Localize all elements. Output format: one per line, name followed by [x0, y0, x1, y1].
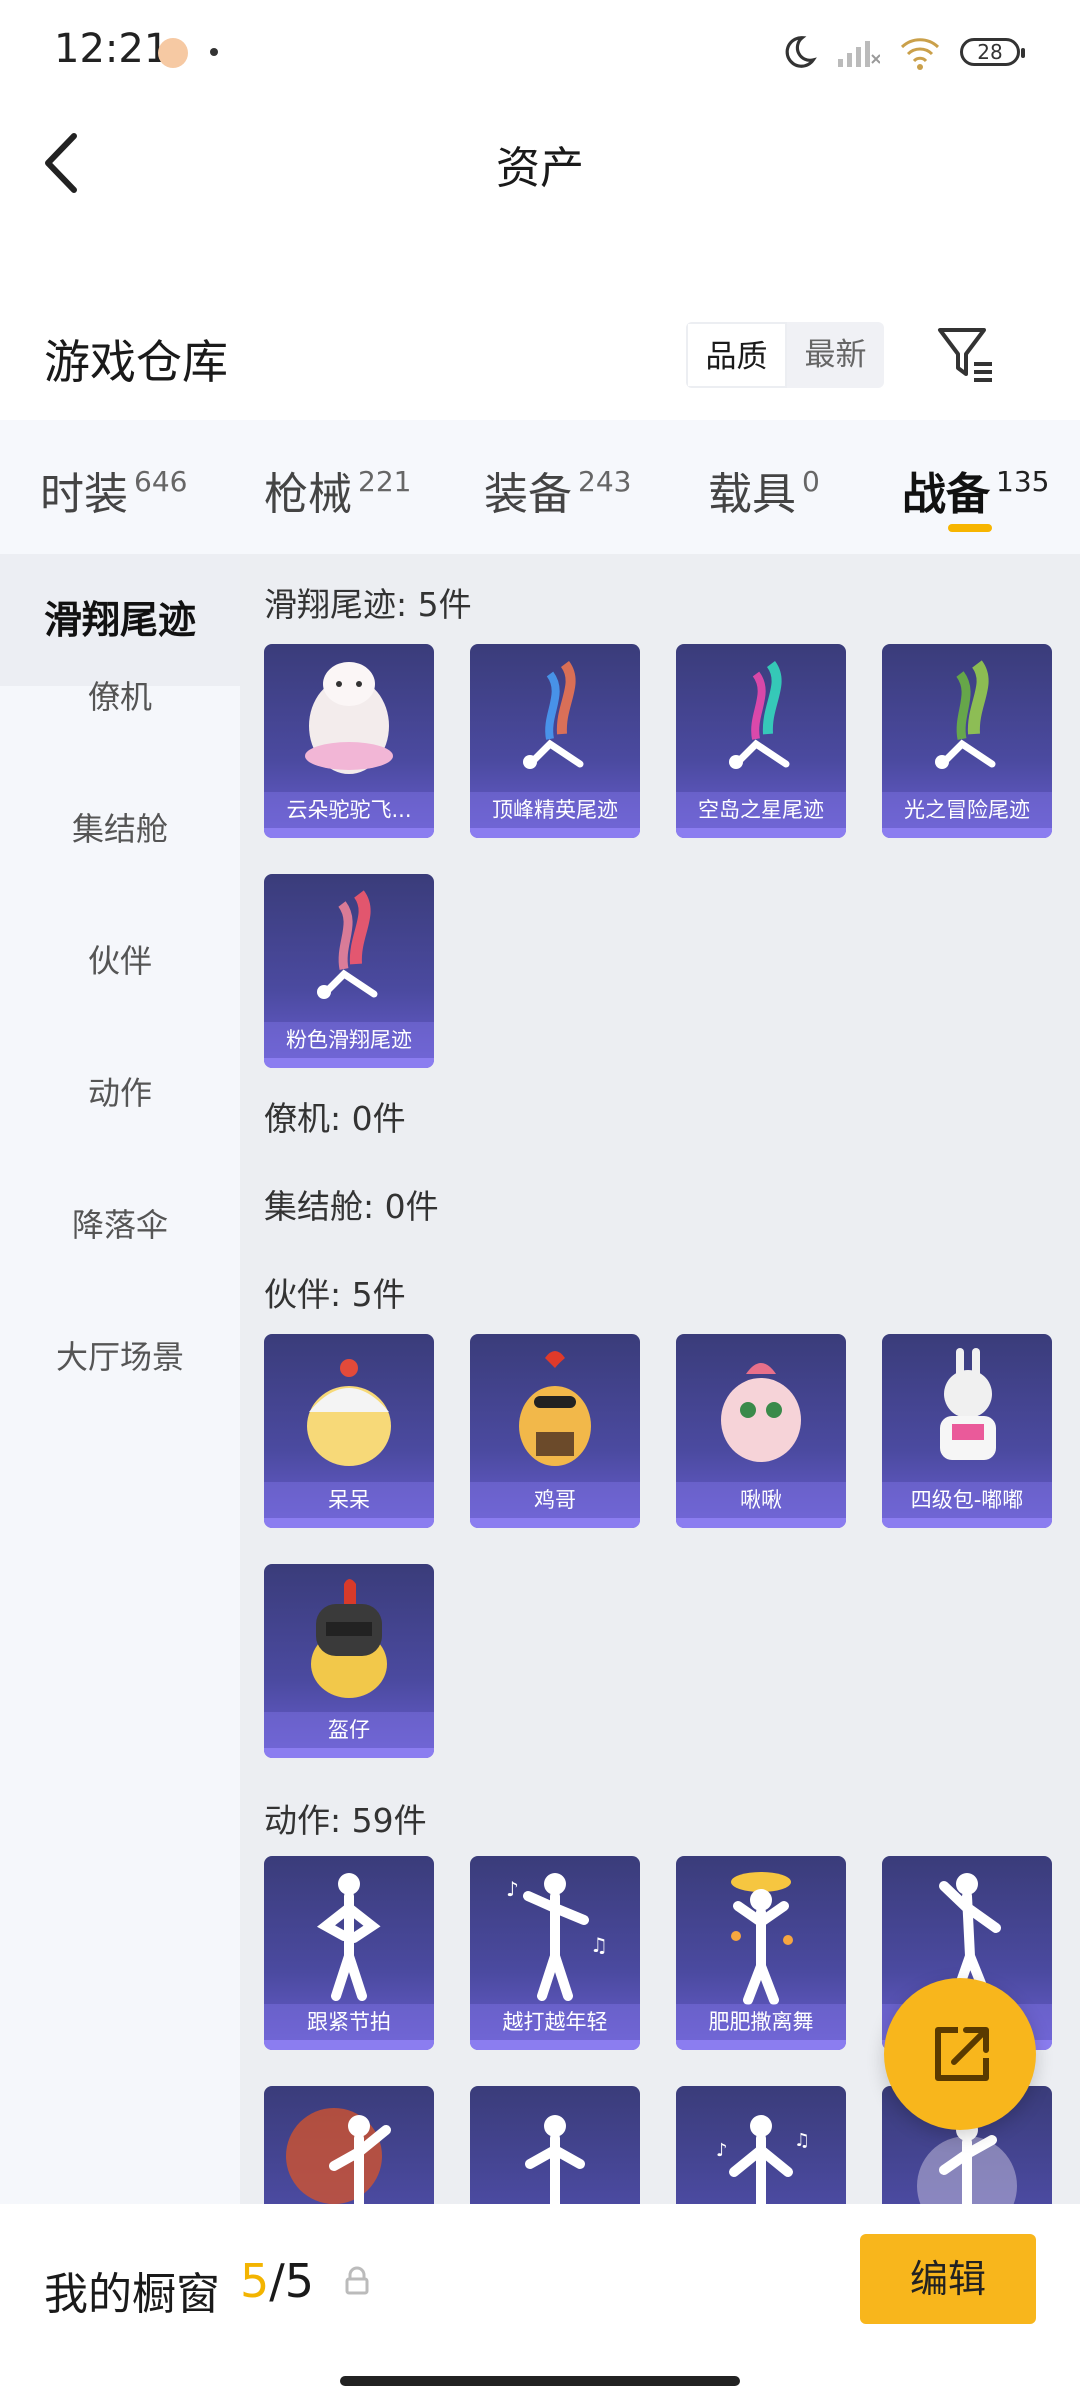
- tab-vehicles[interactable]: 载具 0: [708, 458, 820, 522]
- page-title: 资产: [496, 143, 584, 194]
- tab-combat-gear[interactable]: 战备 135: [902, 458, 1049, 522]
- sort-toggle: 品质 最新: [686, 322, 884, 388]
- chick-art: [307, 1359, 391, 1466]
- item-card[interactable]: ♪ ♫: [676, 2086, 846, 2204]
- pink-creature-art: [721, 1363, 801, 1462]
- item-card[interactable]: 鸡哥: [470, 1334, 640, 1528]
- side-item-glide-trail[interactable]: 滑翔尾迹: [0, 554, 240, 686]
- item-card[interactable]: 云朵驼驼飞...: [264, 644, 434, 838]
- helmet-chick-art: [311, 1579, 387, 1698]
- item-card[interactable]: 呆呆: [264, 1334, 434, 1528]
- item-card[interactable]: 顶峰精英尾迹: [470, 644, 640, 838]
- share-button[interactable]: [884, 1978, 1036, 2130]
- warehouse-title: 游戏仓库: [44, 335, 228, 389]
- section-title-glide-trail: 滑翔尾迹: 5件: [264, 585, 472, 624]
- tab-fashion[interactable]: 时装 646: [40, 458, 187, 522]
- glide-trail-art: [935, 660, 996, 769]
- glide-trail-art: [523, 661, 584, 769]
- svg-text:♪: ♪: [716, 2140, 728, 2161]
- battery-indicator: 28: [960, 38, 1025, 66]
- side-item-pod[interactable]: 集结舱: [0, 804, 240, 850]
- item-card[interactable]: 四级包-嘟嘟: [882, 1334, 1052, 1528]
- glide-trail-art: [729, 661, 790, 769]
- share-icon: [935, 2027, 989, 2081]
- dance-pose-art: ♪♫: [716, 2115, 810, 2204]
- side-item-wingman[interactable]: 僚机: [0, 672, 240, 718]
- robot-bunny-art: [940, 1348, 996, 1460]
- svg-text:♪: ♪: [506, 1877, 519, 1901]
- section-title-wingman: 僚机: 0件: [264, 1099, 406, 1138]
- active-tab-indicator: [948, 524, 992, 532]
- item-card[interactable]: ♪ ♫ 越打越年轻: [470, 1856, 640, 2050]
- section-title-pod: 集结舱: 0件: [264, 1187, 439, 1226]
- showcase-count: 5/5: [240, 2254, 315, 2308]
- category-tabs: 时装 646 枪械 221 装备 243 载具 0 战备 135: [0, 420, 1080, 554]
- home-indicator[interactable]: [340, 2376, 740, 2386]
- dance-pose-art: ♪♫: [506, 1873, 608, 2001]
- notification-dot: [210, 48, 218, 56]
- item-card[interactable]: 空岛之星尾迹: [676, 644, 846, 838]
- item-card[interactable]: [264, 2086, 434, 2204]
- showcase-bar: 我的橱窗 5/5 编辑: [0, 2204, 1080, 2400]
- dance-pose-art: [731, 1872, 793, 2005]
- status-time: 12:21: [54, 26, 170, 72]
- side-item-partner[interactable]: 伙伴: [0, 936, 240, 982]
- alpaca-art: [305, 662, 393, 774]
- dance-pose-art: [286, 2108, 391, 2204]
- tab-equipment[interactable]: 装备 243: [484, 458, 631, 522]
- side-item-action[interactable]: 动作: [0, 1068, 240, 1114]
- dance-pose-art: [316, 1873, 381, 2001]
- item-card[interactable]: 肥肥撒离舞: [676, 1856, 846, 2050]
- status-bar: 12:21 28: [0, 0, 1080, 100]
- tab-guns[interactable]: 枪械 221: [264, 458, 411, 522]
- side-menu: 滑翔尾迹 僚机 集结舱 伙伴 动作 降落伞 大厅场景: [0, 554, 240, 2204]
- notification-app-icon: [158, 38, 188, 68]
- side-item-lobby-scene[interactable]: 大厅场景: [0, 1332, 240, 1378]
- edit-button[interactable]: 编辑: [860, 2234, 1036, 2324]
- item-card[interactable]: 粉色滑翔尾迹: [264, 874, 434, 1068]
- svg-text:♫: ♫: [794, 2130, 810, 2151]
- sort-by-newest-button[interactable]: 最新: [787, 322, 884, 388]
- sort-by-quality-button[interactable]: 品质: [686, 322, 787, 388]
- section-title-partner: 伙伴: 5件: [264, 1275, 406, 1314]
- side-item-parachute[interactable]: 降落伞: [0, 1200, 240, 1246]
- lock-icon: [345, 2266, 369, 2295]
- section-title-action: 动作: 59件: [264, 1801, 427, 1840]
- filter-button[interactable]: [934, 322, 998, 386]
- item-card[interactable]: [470, 2086, 640, 2204]
- moon-icon: [785, 36, 817, 68]
- item-card[interactable]: 盔仔: [264, 1564, 434, 1758]
- item-card[interactable]: 跟紧节拍: [264, 1856, 434, 2050]
- svg-text:♫: ♫: [590, 1933, 608, 1957]
- item-list: 滑翔尾迹: 5件 云朵驼驼飞... 顶峰精英尾迹 空岛之星尾迹 光之冒险尾迹 粉…: [240, 554, 1080, 2204]
- dance-pose-art: [525, 2115, 585, 2204]
- nav-bar: 资产: [0, 110, 1080, 210]
- showcase-label: 我的橱窗: [44, 2269, 220, 2320]
- item-card[interactable]: 啾啾: [676, 1334, 846, 1528]
- signal-icon: [838, 41, 880, 67]
- filter-icon: [938, 328, 992, 382]
- wifi-icon: [900, 38, 940, 70]
- glide-trail-art: [317, 890, 378, 999]
- rooster-art: [519, 1351, 591, 1466]
- item-card[interactable]: 光之冒险尾迹: [882, 644, 1052, 838]
